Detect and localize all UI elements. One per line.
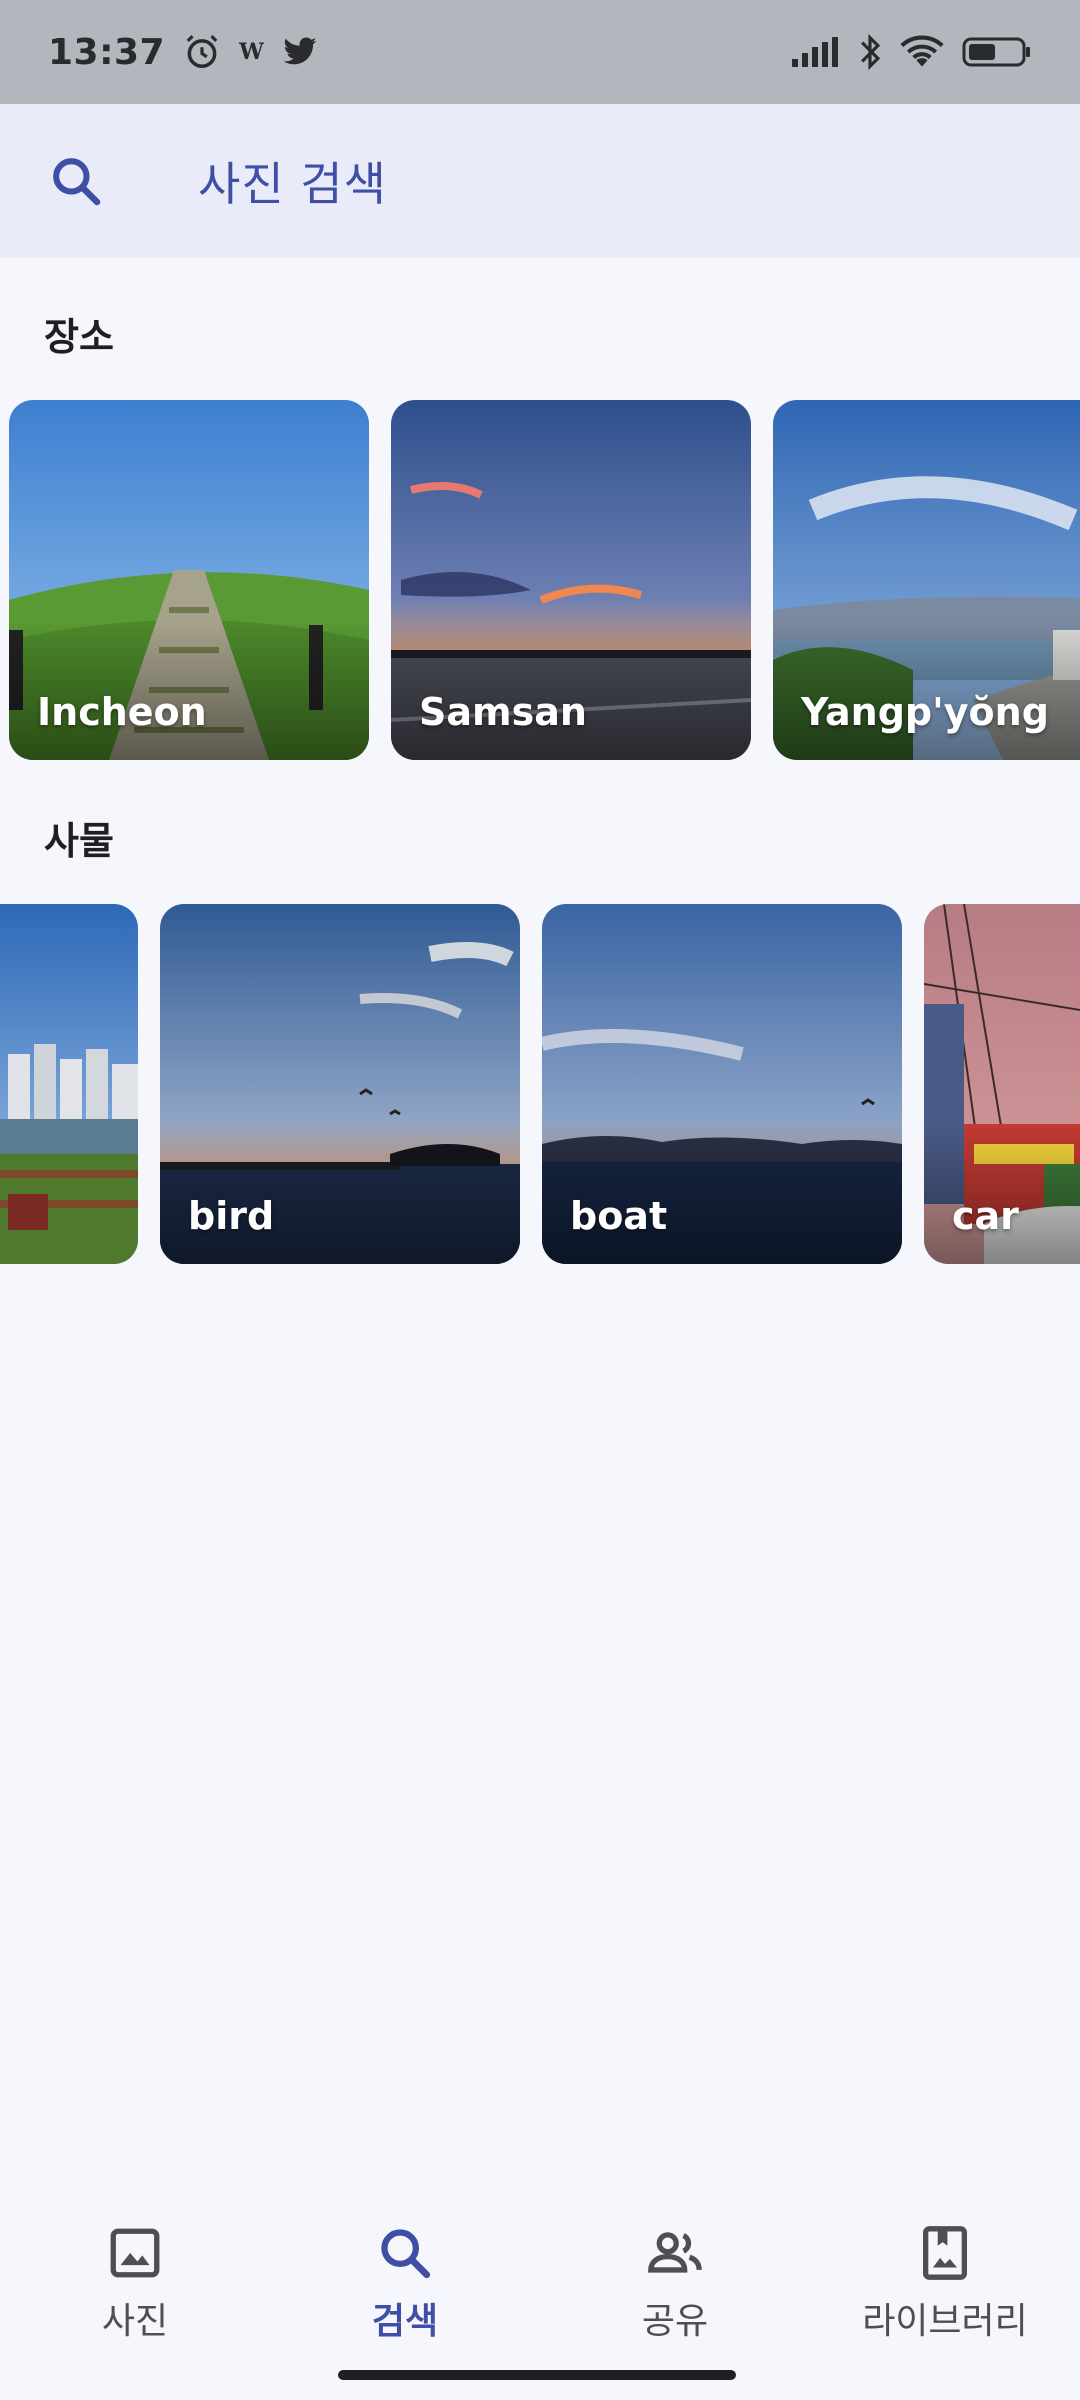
twitter-icon <box>282 36 318 68</box>
thing-label: bird <box>188 1194 275 1238</box>
place-label: Yangp'yŏng <box>801 690 1049 734</box>
search-bar[interactable]: 사진 검색 <box>0 104 1080 258</box>
nav-item-search[interactable]: 검색 <box>270 2200 540 2344</box>
library-icon <box>923 2226 967 2280</box>
thing-card-car[interactable]: car <box>924 904 1080 1264</box>
clock-time: 13:37 <box>48 31 166 73</box>
search-icon <box>381 2229 431 2279</box>
bottom-navigation: 사진 검색 공유 라이브러리 <box>0 2200 1080 2360</box>
nav-item-photos[interactable]: 사진 <box>0 2200 270 2344</box>
signal-icon <box>792 37 840 67</box>
place-card-yangpyong[interactable]: Yangp'yŏng <box>773 400 1080 760</box>
thing-label: car <box>952 1194 1019 1238</box>
photo-icon <box>110 2228 160 2278</box>
nav-label-sharing: 공유 <box>641 2301 709 2342</box>
people-icon <box>648 2232 702 2273</box>
things-section-title: 사물 <box>44 819 114 863</box>
place-label: Samsan <box>419 690 587 734</box>
place-card-samsan[interactable]: Samsan <box>391 400 751 760</box>
nav-label-photos: 사진 <box>101 2301 169 2342</box>
thing-card-boat[interactable]: boat <box>542 904 902 1264</box>
things-row[interactable]: bird boat car <box>0 904 1080 1264</box>
thing-label: boat <box>570 1194 668 1238</box>
w-app-icon: W <box>239 39 264 65</box>
battery-icon <box>962 35 1032 69</box>
status-left: 13:37 W <box>48 32 318 73</box>
home-indicator[interactable] <box>338 2370 736 2380</box>
nav-item-sharing[interactable]: 공유 <box>540 2200 810 2344</box>
bluetooth-icon <box>858 33 882 71</box>
nav-label-search: 검색 <box>371 2301 439 2342</box>
status-bar: 13:37 W <box>0 0 1080 104</box>
nav-item-library[interactable]: 라이브러리 <box>810 2200 1080 2344</box>
thing-card-bird[interactable]: bird <box>160 904 520 1264</box>
thing-card-partial[interactable] <box>0 904 138 1264</box>
places-section-title: 장소 <box>44 315 114 359</box>
alarm-icon <box>183 33 221 71</box>
place-card-incheon[interactable]: Incheon <box>9 400 369 760</box>
search-input[interactable]: 사진 검색 <box>198 148 387 214</box>
wifi-icon <box>900 35 944 69</box>
cityscape-photo <box>0 904 138 1264</box>
search-icon[interactable] <box>48 153 104 209</box>
places-row[interactable]: Incheon Samsan Yangp'yŏng <box>0 400 1080 760</box>
place-label: Incheon <box>37 690 207 734</box>
status-right <box>792 33 1032 71</box>
nav-label-library: 라이브러리 <box>862 2301 1028 2342</box>
